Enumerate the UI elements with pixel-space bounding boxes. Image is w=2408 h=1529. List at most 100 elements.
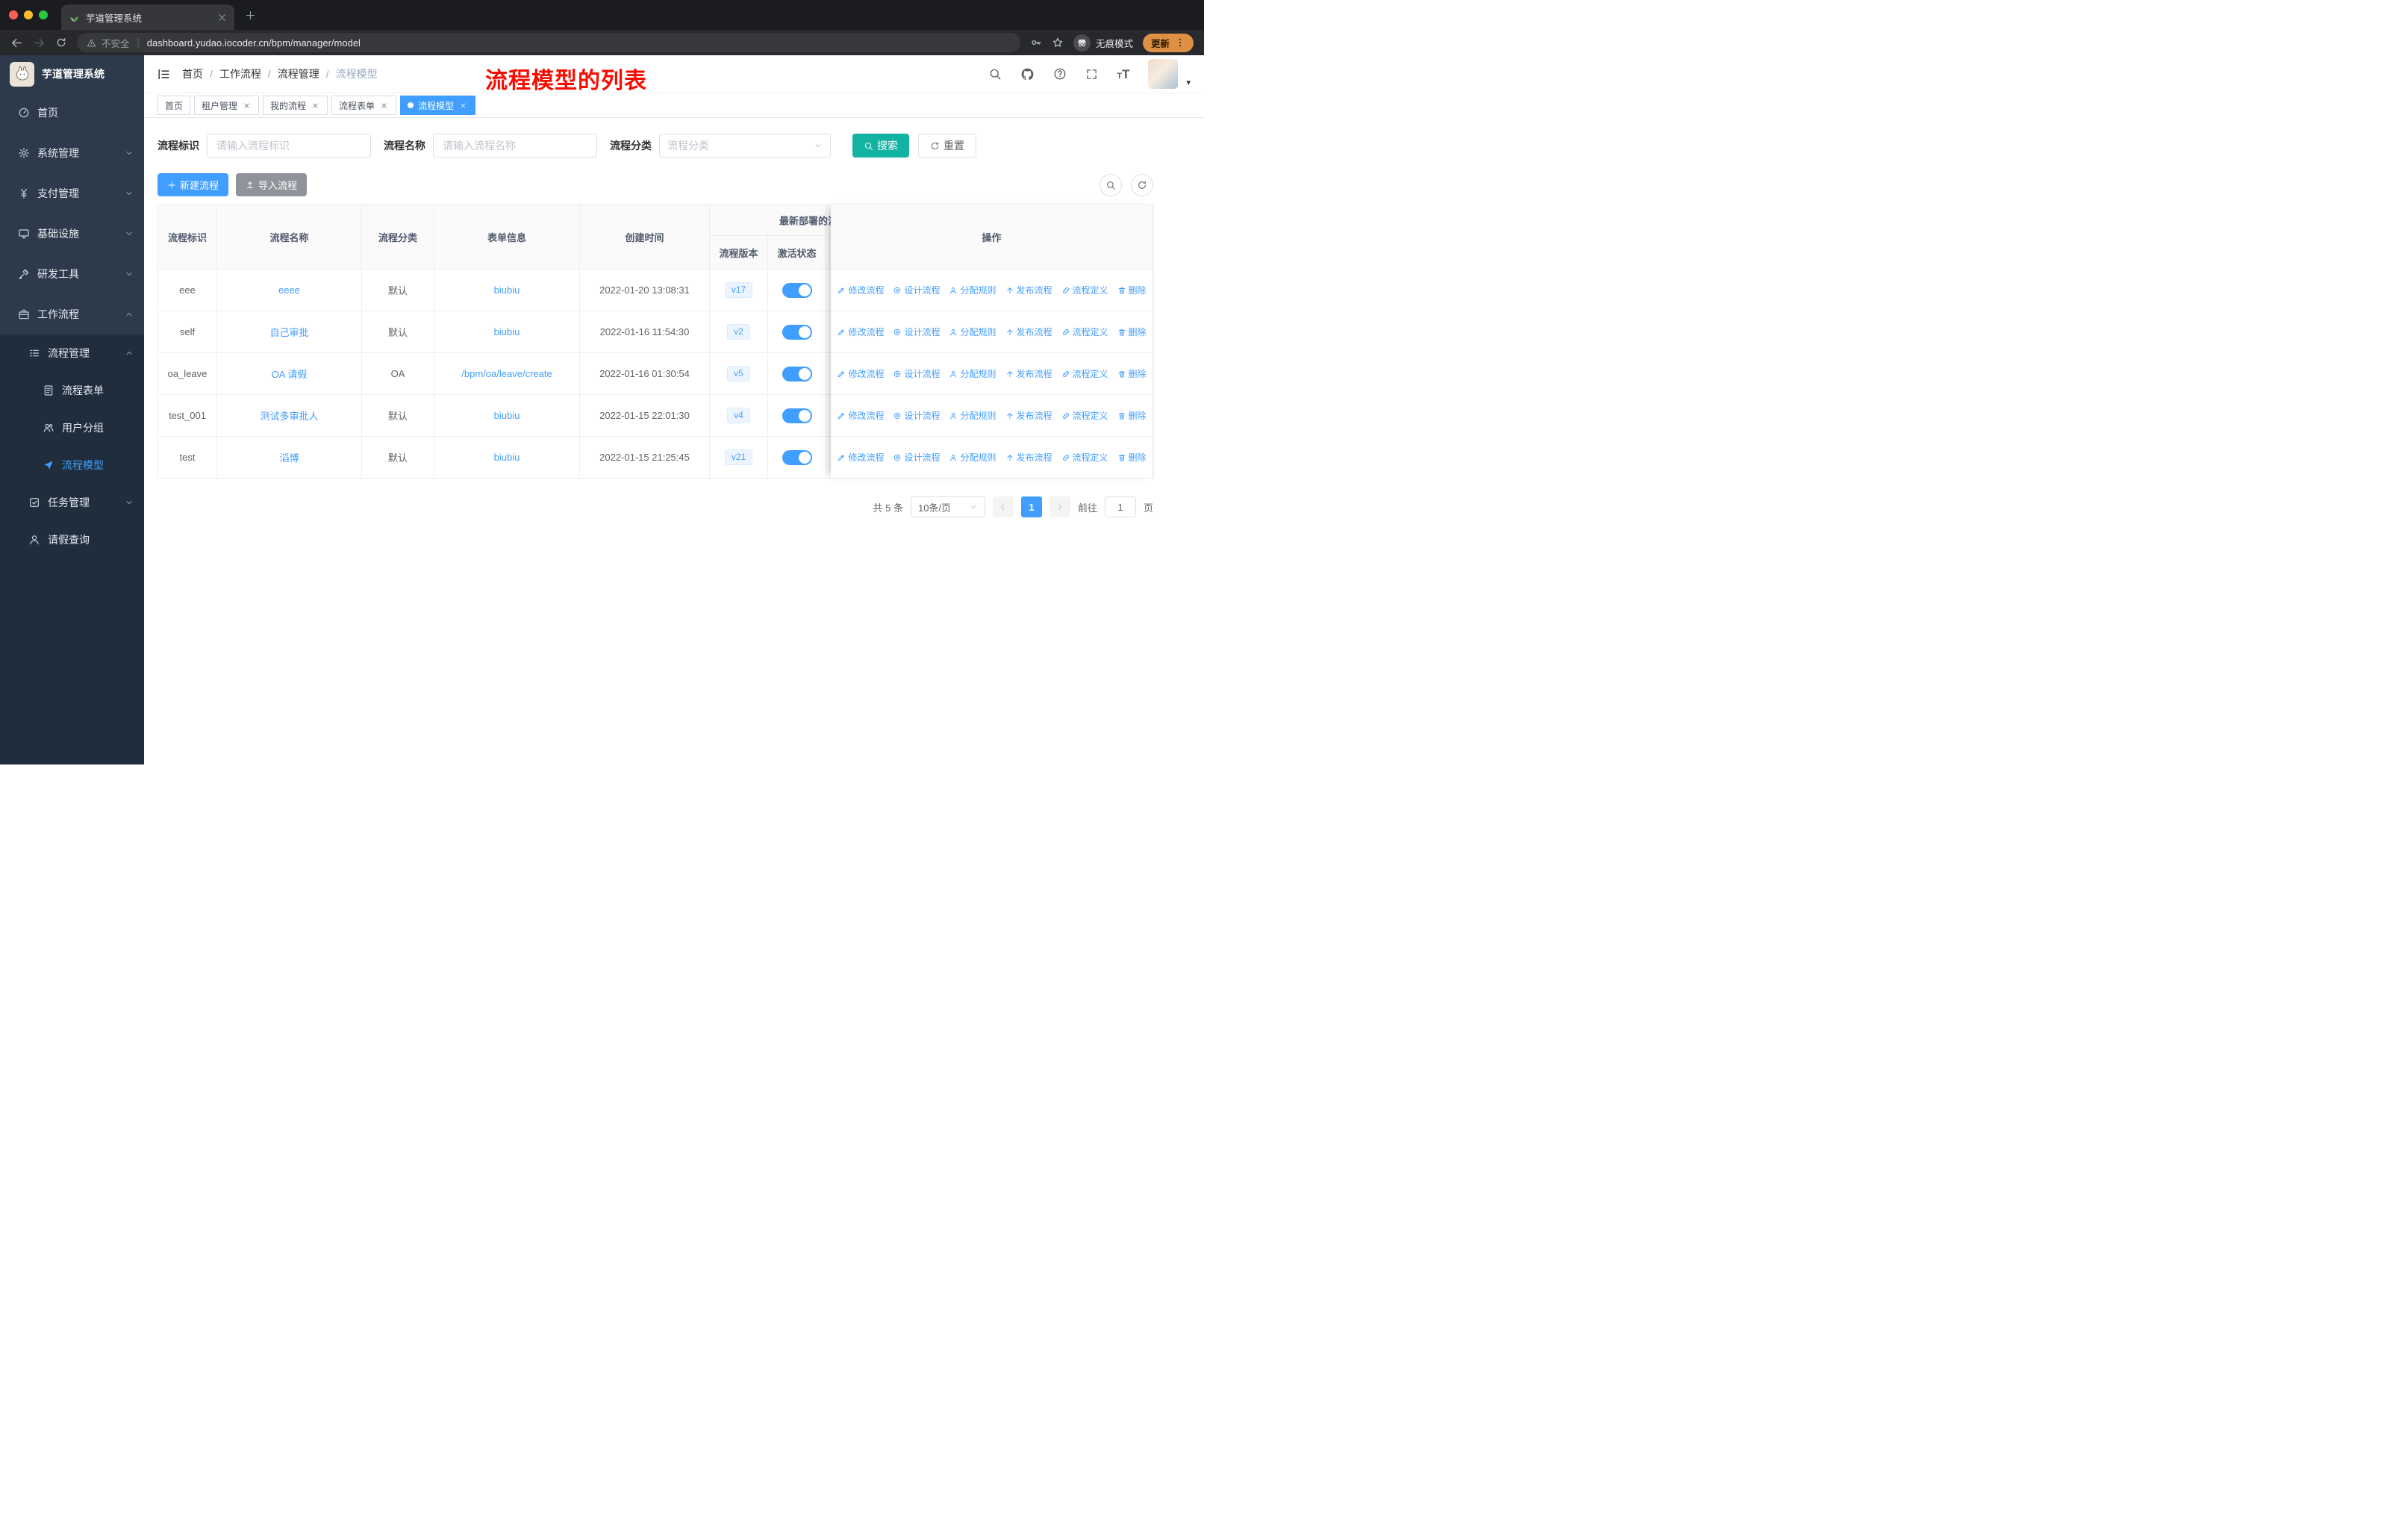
view-tag-3[interactable]: 流程表单	[331, 96, 397, 115]
process-name-link[interactable]: eeee	[278, 284, 300, 296]
next-page-button[interactable]	[1049, 496, 1070, 517]
close-tag-icon[interactable]	[242, 101, 252, 110]
zoom-window-button[interactable]	[39, 10, 48, 19]
search-icon[interactable]	[988, 67, 1002, 81]
form-info-link[interactable]: biubiu	[494, 452, 520, 463]
design-process-action[interactable]: 设计流程	[893, 409, 940, 422]
user-avatar[interactable]	[1148, 59, 1179, 89]
sidebar-item-process-mgmt[interactable]: 流程管理	[0, 334, 144, 372]
close-tag-icon[interactable]	[311, 101, 320, 110]
sidebar-item-process-model[interactable]: 流程模型	[0, 446, 144, 484]
github-icon[interactable]	[1020, 67, 1035, 81]
publish-process-action[interactable]: 发布流程	[1005, 409, 1052, 422]
design-process-action[interactable]: 设计流程	[893, 367, 940, 380]
view-tag-2[interactable]: 我的流程	[263, 96, 328, 115]
sidebar-item-payment[interactable]: 支付管理	[0, 173, 144, 214]
process-definition-action[interactable]: 流程定义	[1061, 409, 1108, 422]
back-icon[interactable]	[10, 37, 23, 49]
process-definition-action[interactable]: 流程定义	[1061, 284, 1108, 296]
process-definition-action[interactable]: 流程定义	[1061, 367, 1108, 380]
delete-action[interactable]: 删除	[1117, 284, 1147, 296]
bookmark-star-icon[interactable]	[1052, 37, 1064, 49]
sidebar-item-devtools[interactable]: 研发工具	[0, 254, 144, 294]
assign-rules-action[interactable]: 分配规则	[949, 367, 996, 380]
design-process-action[interactable]: 设计流程	[893, 326, 940, 338]
process-name-link[interactable]: 滔博	[279, 452, 299, 464]
hamburger-icon[interactable]	[157, 67, 171, 81]
publish-process-action[interactable]: 发布流程	[1005, 284, 1052, 296]
browser-menu-icon[interactable]	[1175, 37, 1185, 48]
assign-rules-action[interactable]: 分配规则	[949, 326, 996, 338]
modify-process-action[interactable]: 修改流程	[837, 284, 884, 296]
password-key-icon[interactable]	[1030, 37, 1042, 49]
process-name-link[interactable]: OA 请假	[272, 369, 308, 380]
prev-page-button[interactable]	[992, 496, 1014, 517]
modify-process-action[interactable]: 修改流程	[837, 326, 884, 338]
active-status-toggle[interactable]	[782, 324, 812, 340]
active-status-toggle[interactable]	[782, 282, 812, 298]
refresh-table-button[interactable]	[1131, 173, 1153, 196]
font-size-icon[interactable]: TT	[1117, 68, 1129, 81]
search-button[interactable]: 搜索	[852, 134, 909, 158]
delete-action[interactable]: 删除	[1117, 326, 1147, 338]
form-info-link[interactable]: /bpm/oa/leave/create	[461, 368, 552, 379]
tab-close-icon[interactable]	[217, 13, 227, 22]
delete-action[interactable]: 删除	[1117, 409, 1147, 422]
minimize-window-button[interactable]	[24, 10, 33, 19]
import-process-button[interactable]: 导入流程	[236, 173, 308, 196]
sidebar-item-system[interactable]: 系统管理	[0, 133, 144, 173]
sidebar-item-home[interactable]: 首页	[0, 93, 144, 133]
delete-action[interactable]: 删除	[1117, 367, 1147, 380]
breadcrumb-item[interactable]: 流程管理	[278, 66, 319, 81]
design-process-action[interactable]: 设计流程	[893, 451, 940, 464]
assign-rules-action[interactable]: 分配规则	[949, 284, 996, 296]
view-tag-1[interactable]: 租户管理	[194, 96, 260, 115]
goto-page-input[interactable]	[1104, 496, 1136, 517]
browser-tab[interactable]: 芋道管理系统	[61, 4, 234, 30]
close-window-button[interactable]	[9, 10, 18, 19]
view-tag-4[interactable]: 流程模型	[400, 96, 476, 115]
sidebar-item-task-mgmt[interactable]: 任务管理	[0, 484, 144, 521]
process-definition-action[interactable]: 流程定义	[1061, 451, 1108, 464]
breadcrumb-item[interactable]: 首页	[182, 66, 203, 81]
modify-process-action[interactable]: 修改流程	[837, 451, 884, 464]
view-tag-0[interactable]: 首页	[157, 96, 191, 115]
close-tag-icon[interactable]	[379, 101, 389, 110]
fullscreen-icon[interactable]	[1085, 68, 1098, 81]
help-icon[interactable]	[1053, 67, 1067, 81]
sidebar-item-process-form[interactable]: 流程表单	[0, 372, 144, 409]
publish-process-action[interactable]: 发布流程	[1005, 326, 1052, 338]
assign-rules-action[interactable]: 分配规则	[949, 409, 996, 422]
sidebar-item-workflow[interactable]: 工作流程	[0, 294, 144, 334]
publish-process-action[interactable]: 发布流程	[1005, 367, 1052, 380]
publish-process-action[interactable]: 发布流程	[1005, 451, 1052, 464]
reset-button[interactable]: 重置	[918, 134, 976, 158]
form-info-link[interactable]: biubiu	[494, 326, 520, 337]
form-info-link[interactable]: biubiu	[494, 284, 520, 296]
sidebar-item-leave-query[interactable]: 请假查询	[0, 521, 144, 558]
process-definition-action[interactable]: 流程定义	[1061, 326, 1108, 338]
modify-process-action[interactable]: 修改流程	[837, 367, 884, 380]
new-tab-button[interactable]	[245, 10, 256, 21]
process-id-input[interactable]	[207, 134, 371, 158]
page-1-button[interactable]: 1	[1020, 496, 1042, 517]
modify-process-action[interactable]: 修改流程	[837, 409, 884, 422]
sidebar-item-infra[interactable]: 基础设施	[0, 214, 144, 254]
close-tag-icon[interactable]	[458, 101, 468, 110]
forward-icon[interactable]	[33, 37, 46, 49]
delete-action[interactable]: 删除	[1117, 451, 1147, 464]
active-status-toggle[interactable]	[782, 408, 812, 423]
active-status-toggle[interactable]	[782, 449, 812, 465]
design-process-action[interactable]: 设计流程	[893, 284, 940, 296]
page-size-select[interactable]: 10条/页	[910, 496, 985, 517]
form-info-link[interactable]: biubiu	[494, 410, 520, 421]
process-category-select[interactable]: 流程分类	[659, 134, 831, 158]
url-bar[interactable]: 不安全 | dashboard.yudao.iocoder.cn/bpm/man…	[77, 33, 1020, 52]
process-name-link[interactable]: 自己审批	[269, 327, 308, 338]
update-button[interactable]: 更新	[1142, 33, 1194, 52]
assign-rules-action[interactable]: 分配规则	[949, 451, 996, 464]
breadcrumb-item[interactable]: 工作流程	[219, 66, 261, 81]
toggle-search-button[interactable]	[1099, 173, 1122, 196]
process-name-input[interactable]	[433, 134, 597, 158]
create-process-button[interactable]: 新建流程	[157, 173, 229, 196]
